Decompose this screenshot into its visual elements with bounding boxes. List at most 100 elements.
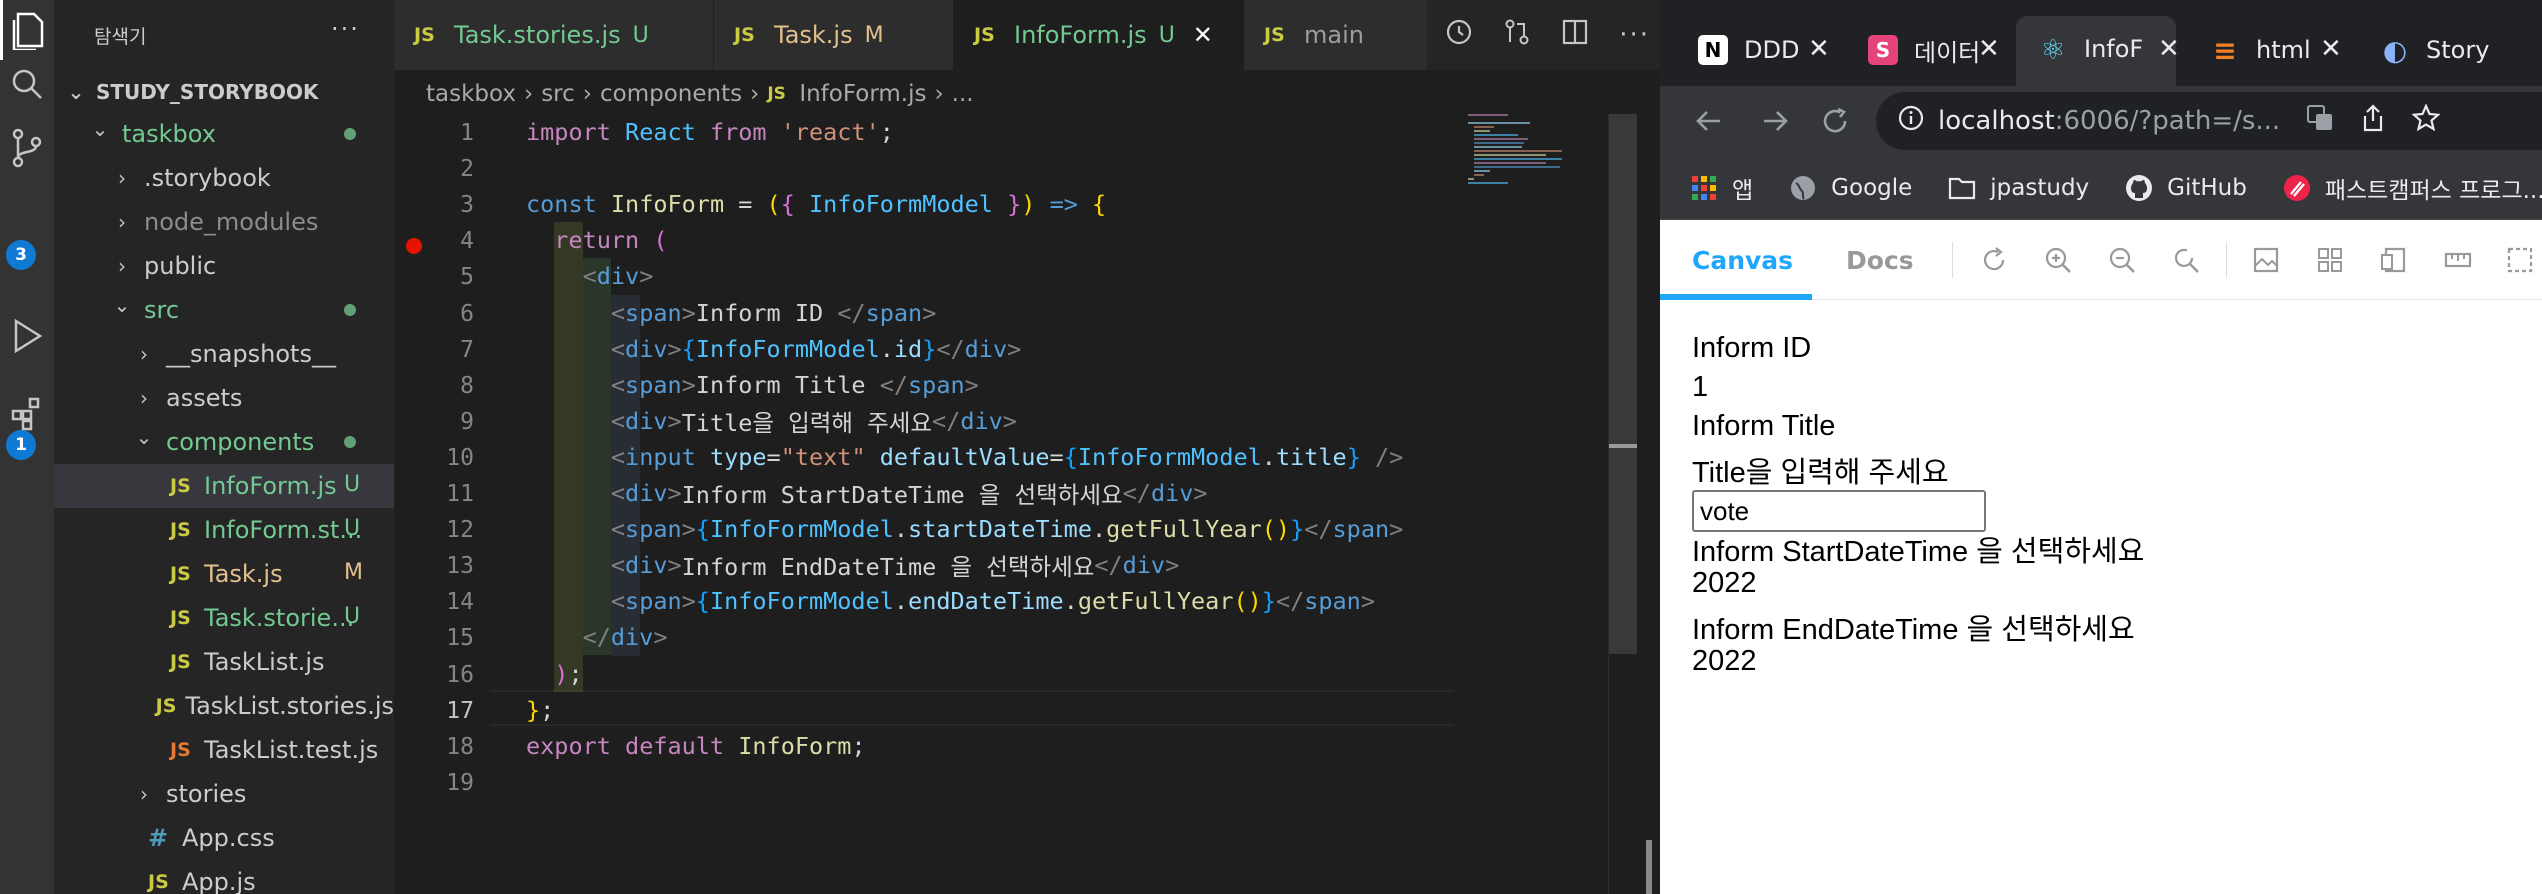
tree-item[interactable]: JS TaskList.stories.js	[54, 684, 394, 728]
bookmark-google[interactable]: Google	[1789, 174, 1912, 202]
code-line[interactable]: < span >{InfoFormModel. startDateTime. getFu…	[526, 511, 1403, 547]
browser-tab[interactable]: N DDD	[1676, 22, 1826, 78]
bookmark-star-icon[interactable]	[2411, 102, 2441, 139]
zoom-reset-icon[interactable]	[2170, 244, 2202, 276]
code-line[interactable]: export default InfoForm;	[526, 728, 866, 764]
tree-item-label: TaskList.stories.js	[185, 692, 394, 720]
breadcrumb-item[interactable]: components	[600, 81, 742, 107]
close-icon[interactable]: ✕	[1193, 21, 1213, 49]
tree-item[interactable]: JS Task.storie... U	[54, 596, 394, 640]
translate-icon[interactable]	[2306, 104, 2334, 139]
editor-tab[interactable]: JS main	[1244, 0, 1444, 70]
tree-item[interactable]: ⌄ components	[54, 420, 394, 464]
bookmark-fastcampus[interactable]: 패스트캠퍼스 프로그...	[2283, 171, 2542, 205]
explorer-more-icon[interactable]: ···	[331, 15, 360, 43]
bookmark-github[interactable]: GitHub	[2125, 174, 2247, 202]
browser-tab[interactable]: ≡ html	[2188, 22, 2338, 78]
site-info-icon[interactable]	[1898, 105, 1924, 138]
tree-item[interactable]: › .storybook	[54, 156, 394, 200]
close-tab-icon[interactable]: ✕	[2158, 34, 2180, 64]
tree-item[interactable]: › node_modules	[54, 200, 394, 244]
tree-item-label: components	[166, 428, 315, 456]
address-bar[interactable]: localhost:6006/?path=/s...	[1876, 92, 2542, 150]
source-control-icon[interactable]	[0, 118, 54, 178]
resize-handle[interactable]	[1646, 840, 1652, 894]
background-icon[interactable]	[2250, 244, 2282, 276]
browser-tab[interactable]: S 데이터	[1846, 22, 1996, 78]
breadcrumb-item[interactable]: ...	[952, 81, 974, 107]
viewport-icon[interactable]	[2378, 244, 2410, 276]
breadcrumb-item[interactable]: taskbox	[426, 81, 516, 107]
editor-actions: ···	[1427, 0, 1650, 70]
browser-tab[interactable]: ⚛ InfoF	[2016, 16, 2176, 96]
code-area[interactable]: 1 2 3 4 5 6 7 8 9 10 11 12 13 14 15 16 17 18 19 import Rea…	[394, 114, 1454, 894]
search-icon[interactable]	[0, 54, 54, 114]
tree-item[interactable]: › __snapshots__	[54, 332, 394, 376]
code-line[interactable]: const InfoForm = ({ InfoFormModel }) => …	[526, 186, 1106, 222]
tree-item[interactable]: JS InfoForm.js U	[54, 464, 394, 508]
code-line[interactable]: < input type = "text" defaultValue ={InfoFor…	[526, 439, 1403, 475]
tree-item[interactable]: ⌄ src	[54, 288, 394, 332]
measure-icon[interactable]	[2442, 244, 2474, 276]
split-editor-icon[interactable]	[1561, 18, 1589, 53]
breadcrumb-item[interactable]: src	[541, 81, 575, 107]
run-debug-icon[interactable]	[0, 306, 54, 366]
compare-changes-icon[interactable]	[1503, 18, 1531, 53]
explorer-icon[interactable]	[0, 0, 54, 60]
close-tab-icon[interactable]: ✕	[1978, 34, 2000, 64]
tree-item[interactable]: # App.css	[54, 816, 394, 860]
tree-item[interactable]: JS TaskList.test.js	[54, 728, 394, 772]
forward-button[interactable]	[1760, 86, 1790, 156]
zoom-out-icon[interactable]	[2106, 244, 2138, 276]
remount-icon[interactable]	[1978, 244, 2010, 276]
editor-tab[interactable]: JS InfoForm.js U ✕	[954, 0, 1244, 70]
tree-item-label: TaskList.js	[204, 648, 325, 676]
vertical-scrollbar[interactable]	[1608, 114, 1637, 894]
more-actions-icon[interactable]: ···	[1619, 20, 1650, 50]
code-line[interactable]: < div >{InfoFormModel. id} </div >	[526, 331, 1021, 367]
timeline-icon[interactable]	[1445, 18, 1473, 53]
code-line[interactable]: < div > Inform StartDateTime 을 선택하세요 </div >	[526, 475, 1208, 511]
bookmark-apps[interactable]: 앱	[1690, 171, 1753, 205]
editor-tab[interactable]: JS Task.js M	[714, 0, 954, 70]
code-line[interactable]: import React from 'react';	[526, 114, 894, 150]
tab-canvas[interactable]: Canvas	[1692, 220, 1793, 300]
code-line[interactable]: < div > Title을 입력해 주세요 </div >	[526, 403, 1017, 439]
share-icon[interactable]	[2360, 103, 2386, 139]
code-line[interactable]: < div >	[526, 258, 654, 294]
scrollbar-thumb[interactable]	[1609, 114, 1637, 654]
tree-item[interactable]: JS App.js	[54, 860, 394, 894]
js-file-icon: JS	[1264, 24, 1285, 46]
code-line[interactable]: < span >{InfoFormModel. endDateTime. getFull…	[526, 583, 1375, 619]
tree-item[interactable]: › public	[54, 244, 394, 288]
code-line[interactable]: return (	[526, 222, 667, 258]
tree-item[interactable]: ⌄ taskbox	[54, 112, 394, 156]
editor-tab[interactable]: JS Task.stories.js U	[394, 0, 714, 70]
tree-item[interactable]: JS InfoForm.st... U	[54, 508, 394, 552]
code-line[interactable]: < div > Inform EndDateTime 을 선택하세요 </div >	[526, 547, 1179, 583]
grid-icon[interactable]	[2314, 244, 2346, 276]
code-line[interactable]: );	[526, 656, 582, 692]
code-line[interactable]: };	[526, 692, 554, 728]
project-section-header[interactable]: ⌄ STUDY_STORYBOOK	[54, 74, 394, 110]
code-line[interactable]: < span > Inform Title </span >	[526, 367, 979, 403]
code-line[interactable]: </div >	[526, 619, 668, 655]
title-input[interactable]	[1692, 490, 1986, 532]
chevron-right-icon: ›	[750, 81, 760, 107]
tree-item[interactable]: › assets	[54, 376, 394, 420]
close-tab-icon[interactable]: ✕	[2320, 34, 2342, 64]
tree-item[interactable]: JS Task.js M	[54, 552, 394, 596]
outline-icon[interactable]	[2504, 244, 2536, 276]
code-line[interactable]: < span > Inform ID </span >	[526, 295, 936, 331]
tab-docs[interactable]: Docs	[1846, 220, 1914, 300]
back-button[interactable]	[1694, 86, 1724, 156]
tree-item[interactable]: › stories	[54, 772, 394, 816]
tree-item[interactable]: JS TaskList.js	[54, 640, 394, 684]
zoom-in-icon[interactable]	[2042, 244, 2074, 276]
reload-button[interactable]	[1820, 86, 1850, 156]
close-tab-icon[interactable]: ✕	[1808, 34, 1830, 64]
breadcrumb-item[interactable]: InfoForm.js	[799, 81, 926, 107]
bookmark-jpastudy[interactable]: jpastudy	[1948, 174, 2089, 202]
browser-tab[interactable]: ◐ Story	[2358, 22, 2542, 78]
minimap[interactable]	[1468, 114, 1608, 204]
